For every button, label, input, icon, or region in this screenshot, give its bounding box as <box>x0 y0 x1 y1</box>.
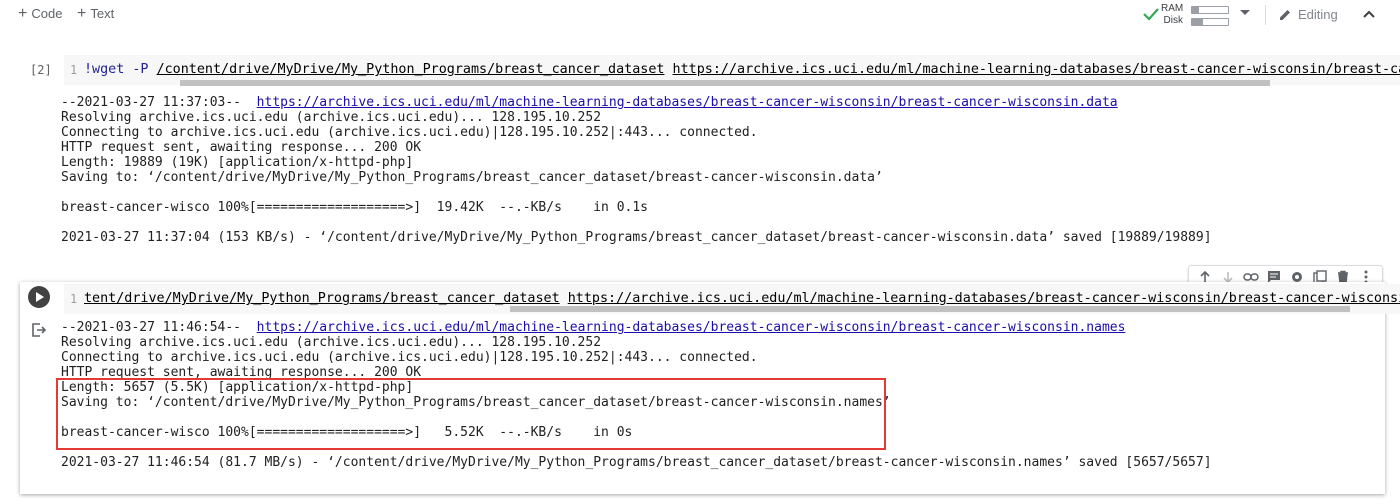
add-code-button[interactable]: + Code <box>18 4 63 22</box>
code-line: tent/drive/MyDrive/My_Python_Programs/br… <box>84 291 1400 306</box>
output-line: Resolving archive.ics.uci.edu (archive.i… <box>61 110 602 125</box>
editing-label: Editing <box>1298 7 1338 22</box>
code-url: https://archive.ics.uci.edu/ml/machine-l… <box>567 291 1400 306</box>
execution-count: [2] <box>30 63 52 77</box>
output-line: --2021-03-27 11:46:54-- <box>61 320 257 335</box>
output-line: Connecting to archive.ics.uci.edu (archi… <box>61 350 758 365</box>
output-line: 2021-03-27 11:37:04 (153 KB/s) - ‘/conte… <box>61 230 1212 245</box>
code-url: https://archive.ics.uci.edu/ml/machine-l… <box>672 62 1400 77</box>
add-text-button[interactable]: + Text <box>77 4 115 22</box>
code-command: !wget -P <box>84 62 157 77</box>
add-code-label: Code <box>31 6 63 21</box>
output-line: HTTP request sent, awaiting response... … <box>61 140 422 155</box>
output-link[interactable]: https://archive.ics.uci.edu/ml/machine-l… <box>257 320 1126 335</box>
line-number: 1 <box>70 63 78 77</box>
code-path: tent/drive/MyDrive/My_Python_Programs/br… <box>84 291 560 306</box>
add-text-label: Text <box>90 6 115 21</box>
connected-check-icon <box>1143 8 1159 21</box>
code-cell-1: [2] 1 !wget -P /content/drive/MyDrive/My… <box>20 50 1400 250</box>
output-link[interactable]: https://archive.ics.uci.edu/ml/machine-l… <box>257 95 1118 110</box>
ram-bar <box>1191 6 1229 14</box>
plus-icon: + <box>18 4 28 22</box>
toolbar-divider <box>1265 5 1266 25</box>
resource-monitor[interactable]: RAM Disk <box>1143 2 1258 28</box>
pencil-icon <box>1280 9 1290 20</box>
disk-bar <box>1191 18 1229 26</box>
output-line: 2021-03-27 11:46:54 (81.7 MB/s) - ‘/cont… <box>61 455 1212 470</box>
code-line: !wget -P /content/drive/MyDrive/My_Pytho… <box>84 62 1400 77</box>
output-line: Resolving archive.ics.uci.edu (archive.i… <box>61 335 602 350</box>
line-number: 1 <box>70 292 78 306</box>
highlight-box <box>56 378 886 450</box>
run-cell-button[interactable] <box>28 286 50 308</box>
horizontal-scrollbar[interactable] <box>180 80 1270 86</box>
notebook-toolbar: + Code + Text RAM Disk Editing <box>0 0 1400 30</box>
cell-output: --2021-03-27 11:37:03-- https://archive.… <box>61 95 1212 245</box>
chevron-up-icon[interactable] <box>1360 6 1378 24</box>
plus-icon: + <box>77 4 87 22</box>
output-line: Connecting to archive.ics.uci.edu (archi… <box>61 125 758 140</box>
output-toggle-icon[interactable] <box>32 323 46 337</box>
ram-label: RAM <box>1161 3 1184 14</box>
code-path: /content/drive/MyDrive/My_Python_Program… <box>156 62 665 77</box>
disk-label: Disk <box>1163 15 1183 26</box>
output-line: --2021-03-27 11:37:03-- <box>61 95 257 110</box>
output-line: breast-cancer-wisco 100%[===============… <box>61 200 648 215</box>
horizontal-scrollbar[interactable] <box>510 306 1350 312</box>
output-line: Saving to: ‘/content/drive/MyDrive/My_Py… <box>61 170 883 185</box>
output-line: Length: 19889 (19K) [application/x-httpd… <box>61 155 414 170</box>
editing-mode-button[interactable]: Editing <box>1278 7 1338 22</box>
chevron-down-icon[interactable] <box>1240 10 1250 15</box>
